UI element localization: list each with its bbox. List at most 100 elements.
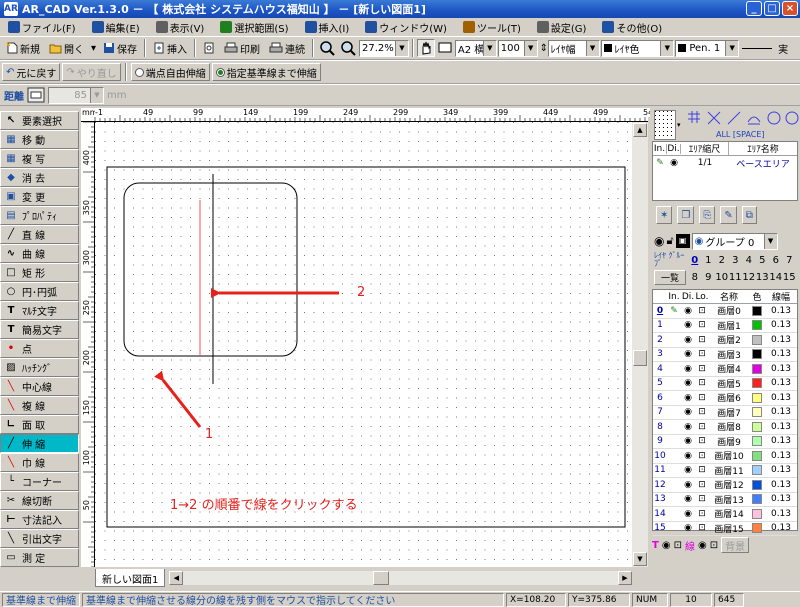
layer-color-swatch[interactable] [752,407,762,418]
group-number[interactable]: 10 [715,270,729,285]
open-dropdown[interactable]: ▾ [89,39,98,57]
tool-rect[interactable]: □ 矩 形 [0,263,79,282]
print-preview-button[interactable] [199,39,219,57]
layer-row[interactable]: 3 ◉ ⊡ 画層3 0.13 [653,348,797,362]
lock-icon[interactable]: ⊡ [695,422,709,432]
layer-row[interactable]: 2 ◉ ⊡ 画層2 0.13 [653,333,797,348]
scroll-up-button[interactable]: ▲ [633,123,647,137]
baseline-stretch-option[interactable]: 指定基準線まで伸縮 [211,63,321,81]
tool-hatch[interactable]: ▨ ﾊｯﾁﾝｸﾞ [0,358,79,377]
minimize-button[interactable]: _ [746,1,762,16]
maximize-button[interactable]: □ [764,1,780,16]
eye-icon[interactable]: ◉ [681,436,695,446]
group-number[interactable]: 6 [769,253,783,268]
group-number[interactable]: 4 [742,253,756,268]
save-button[interactable]: 保存 [99,39,141,57]
scale-select[interactable]: 100 ▼ [497,39,538,57]
background-button[interactable]: 背景 [721,537,750,553]
group-number[interactable]: 12 [742,270,756,285]
layer-color-swatch[interactable] [752,465,762,476]
group-number[interactable]: 13 [756,270,770,285]
layer-color-swatch[interactable] [752,479,762,490]
lock-icon[interactable]: ⊡ [695,509,709,519]
group-number[interactable]: 9 [702,270,716,285]
scroll-right-button[interactable]: ▶ [618,571,632,585]
group-number[interactable]: 1 [702,253,716,268]
layer-color-swatch[interactable] [752,494,762,505]
layer-color-swatch[interactable] [752,508,762,519]
tool-property[interactable]: ▤ ﾌﾟﾛﾊﾟﾃｨ [0,206,79,225]
undo-button[interactable]: ↶ 元に戻す [2,63,61,81]
lock-icon[interactable]: ⊡ [695,407,709,417]
layer-color-swatch[interactable] [752,305,762,316]
scroll-left-button[interactable]: ◀ [169,571,184,585]
layer-width-select[interactable]: ﾚｲﾔ幅 ▼ [547,39,600,57]
pan-button[interactable] [416,39,435,57]
tool-dimension[interactable]: ⊢ 寸法記入 [0,510,79,529]
layer-copy-button[interactable]: ❐ [677,206,695,224]
lock-icon[interactable]: ⊡ [695,306,709,316]
menu-6[interactable]: ツール(T) [455,18,529,36]
group-number[interactable]: 7 [783,253,797,268]
pencil-icon[interactable]: ✎ [667,306,681,316]
lock-icon[interactable]: ⊡ [695,480,709,490]
layer-row[interactable]: 4 ◉ ⊡ 画層4 0.13 [653,362,797,377]
layer-row[interactable]: 1 ◉ ⊡ 画層1 0.13 [653,319,797,333]
layer-color-swatch[interactable] [752,378,762,389]
layer-row[interactable]: 0 ✎ ◉ ⊡ 画層0 0.13 [653,304,797,319]
open-button[interactable]: 開く [45,39,88,57]
close-button[interactable]: × [782,1,798,16]
layer-color-select[interactable]: ﾚｲﾔ色 ▼ [600,39,675,57]
document-tab[interactable]: 新しい図面1 [95,569,166,587]
layer-row[interactable]: 14 ◉ ⊡ 画層14 0.13 [653,507,797,522]
menu-4[interactable]: 挿入(I) [297,18,358,36]
lock-icon[interactable]: ⊡ [695,364,709,374]
layer-row[interactable]: 12 ◉ ⊡ 画層12 0.13 [653,478,797,493]
layer-row[interactable]: 8 ◉ ⊡ 画層8 0.13 [653,420,797,435]
tool-cursor[interactable]: ↖ 要素選択 [0,111,79,130]
tool-move[interactable]: ▦ 移 動 [0,130,79,149]
group-select[interactable]: ◉ グループ 0 ▼ [691,232,778,250]
eye-icon[interactable]: ◉ [681,407,695,417]
group-number[interactable]: 2 [715,253,729,268]
layer-edit-button[interactable]: ✎ [720,206,737,224]
horizontal-scrollbar[interactable]: ◀ ▶ [169,571,632,585]
view-button[interactable] [436,39,454,57]
eye-icon[interactable]: ◉ [681,393,695,403]
area-row[interactable]: ✎ ◉ 1/1 ベースエリア [653,156,797,170]
layer-move-button[interactable]: ⎘ [699,206,716,224]
layer-row[interactable]: 7 ◉ ⊡ 画層7 0.13 [653,406,797,420]
lock-icon[interactable]: ⊡ [695,320,709,330]
layer-row[interactable]: 5 ◉ ⊡ 画層5 0.13 [653,377,797,391]
eye-icon[interactable]: ◉ [681,320,695,330]
tool-copy[interactable]: ▦ 複 写 [0,149,79,168]
eye-icon[interactable]: ◉ [681,480,695,490]
tool-change[interactable]: ▣ 変 更 [0,187,79,206]
menu-8[interactable]: その他(O) [594,18,670,36]
lock-icon[interactable]: ⊡ [695,523,709,533]
layer-color-swatch[interactable] [752,334,762,345]
redo-button[interactable]: ↷ やり直し [62,63,121,81]
group-number[interactable]: 8 [688,270,702,285]
layer-row[interactable]: 11 ◉ ⊡ 画層11 0.13 [653,464,797,478]
eye-icon[interactable]: ◉ [681,465,695,475]
lock-icon[interactable]: ⊡ [695,465,709,475]
tool-leader[interactable]: ╲ 引出文字 [0,529,79,548]
menu-0[interactable]: ファイル(F) [0,18,84,36]
group-number[interactable]: 3 [729,253,743,268]
lock-icon[interactable]: ⊡ [695,378,709,388]
menu-2[interactable]: 表示(V) [148,18,213,36]
group-number[interactable]: 15 [783,270,797,285]
scale-spinner[interactable]: ⇕ [539,39,548,57]
lock-icon[interactable]: ⊡ [695,436,709,446]
layer-new-button[interactable]: ✶ [656,206,673,224]
menu-7[interactable]: 設定(G) [529,18,595,36]
eye-icon[interactable]: ◉ [681,364,695,374]
eye-icon[interactable]: ◉ [681,335,695,345]
layer-row[interactable]: 6 ◉ ⊡ 画層6 0.13 [653,391,797,406]
scroll-down-button[interactable]: ▼ [633,552,647,566]
layer-color-swatch[interactable] [752,436,762,447]
lock-icon[interactable]: ⊡ [695,349,709,359]
eye-icon[interactable]: ◉ [681,378,695,388]
tool-chamfer[interactable]: ∟ 面 取 [0,415,79,434]
